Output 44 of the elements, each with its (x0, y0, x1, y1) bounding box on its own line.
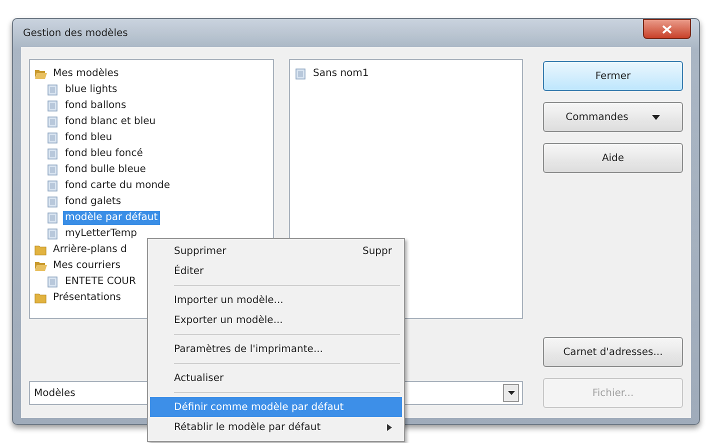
dropdown-arrow-icon (652, 114, 660, 120)
close-button[interactable] (643, 19, 691, 39)
folder-item[interactable]: Mes modèles (51, 67, 121, 81)
template-item[interactable]: fond ballons (63, 99, 128, 113)
dialog-button[interactable]: Carnet d'adresses... (543, 337, 683, 367)
document-icon (46, 196, 59, 208)
folder-item[interactable]: Présentations (51, 291, 124, 305)
document-icon (46, 84, 59, 96)
document-icon (46, 132, 59, 144)
document-icon (46, 180, 59, 192)
menu-item[interactable]: Exporter un modèle... (150, 310, 402, 330)
folder-item[interactable]: Mes courriers (51, 259, 122, 273)
document-icon (46, 116, 59, 128)
dialog-button[interactable]: Aide (543, 143, 683, 173)
dropdown-arrow-icon (508, 391, 514, 395)
menu-item[interactable]: Paramètres de l'imprimante... (150, 339, 402, 359)
document-icon (46, 276, 59, 288)
template-item[interactable]: fond blanc et bleu (63, 115, 158, 129)
document-icon (46, 148, 59, 160)
menu-item[interactable]: Rétablir le modèle par défaut (150, 417, 402, 437)
document-icon (46, 164, 59, 176)
template-item[interactable]: fond bleu foncé (63, 147, 145, 161)
submenu-arrow-icon (387, 424, 392, 430)
close-icon (662, 24, 672, 34)
menu-item[interactable]: Actualiser (150, 368, 402, 388)
template-item[interactable]: fond bulle bleue (63, 163, 148, 177)
template-item[interactable]: blue lights (63, 83, 120, 97)
menu-item[interactable]: Éditer (150, 261, 402, 281)
window-title: Gestion des modèles (22, 28, 129, 38)
dialog-button[interactable]: Commandes (543, 102, 683, 132)
document-icon (46, 100, 59, 112)
document-icon (46, 228, 59, 240)
folder-item[interactable]: Arrière-plans d (51, 243, 129, 257)
template-item[interactable]: Sans nom1 (311, 67, 371, 81)
menu-item[interactable]: Supprimer Suppr (150, 241, 402, 261)
template-item[interactable]: ENTETE COUR (63, 275, 138, 289)
document-icon (46, 212, 59, 224)
template-item[interactable]: fond bleu (63, 131, 114, 145)
document-icon (294, 68, 307, 80)
template-item[interactable]: myLetterTemp (63, 227, 139, 241)
dialog-button[interactable]: Fermer (543, 61, 683, 91)
menu-item[interactable]: Importer un modèle... (150, 290, 402, 310)
template-item[interactable]: fond galets (63, 195, 124, 209)
template-item[interactable]: fond carte du monde (63, 179, 172, 193)
